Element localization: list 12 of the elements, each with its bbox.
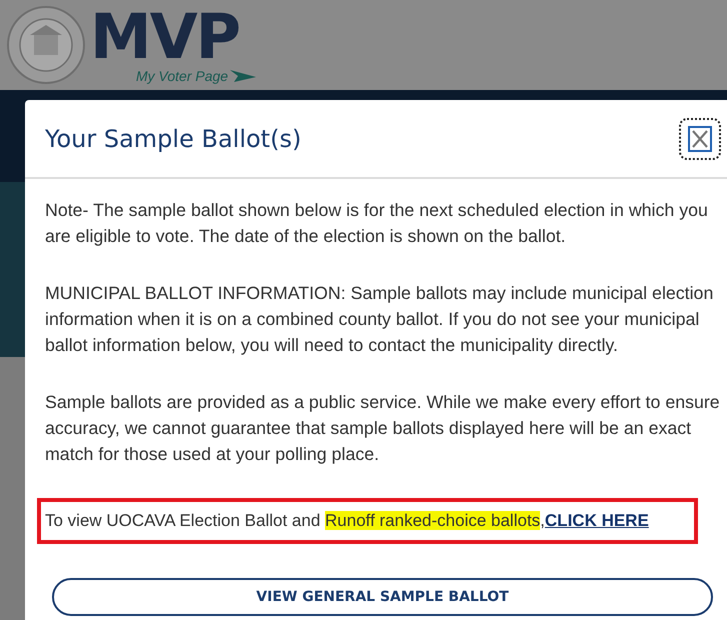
click-here-link[interactable]: CLICK HERE — [544, 511, 649, 530]
view-ballot-button[interactable]: VIEW GENERAL SAMPLE BALLOT — [52, 578, 713, 616]
close-icon — [688, 126, 712, 152]
modal-title: Your Sample Ballot(s) — [45, 124, 302, 152]
info-paragraph: Note- The sample ballot shown below is for the next scheduled election in which you are eligible to vote. The date of the election is shown on the ballot. — [45, 199, 709, 248]
tagline: My Voter Page — [136, 68, 228, 84]
info-paragraph: Sample ballots are provided as a public service. While we make every effort to ensure accuracy, we cannot guarantee that sample ballots displayed here will be an exact match for those used at your polling place. — [45, 391, 721, 466]
close-button[interactable] — [679, 118, 721, 160]
arrow-icon — [230, 70, 256, 82]
info-paragraph: MUNICIPAL BALLOT INFORMATION: Sample ballots may include municipal election information when it is on a combined county ballot. If you do not see your municipal ballot information below, you will need to contact the municipality directly. — [45, 282, 714, 357]
logo-text: MVP — [90, 6, 240, 68]
notice-text: To view UOCAVA Election Ballot and Runoff ranked-choice ballots,CLICK HERE — [45, 510, 650, 532]
